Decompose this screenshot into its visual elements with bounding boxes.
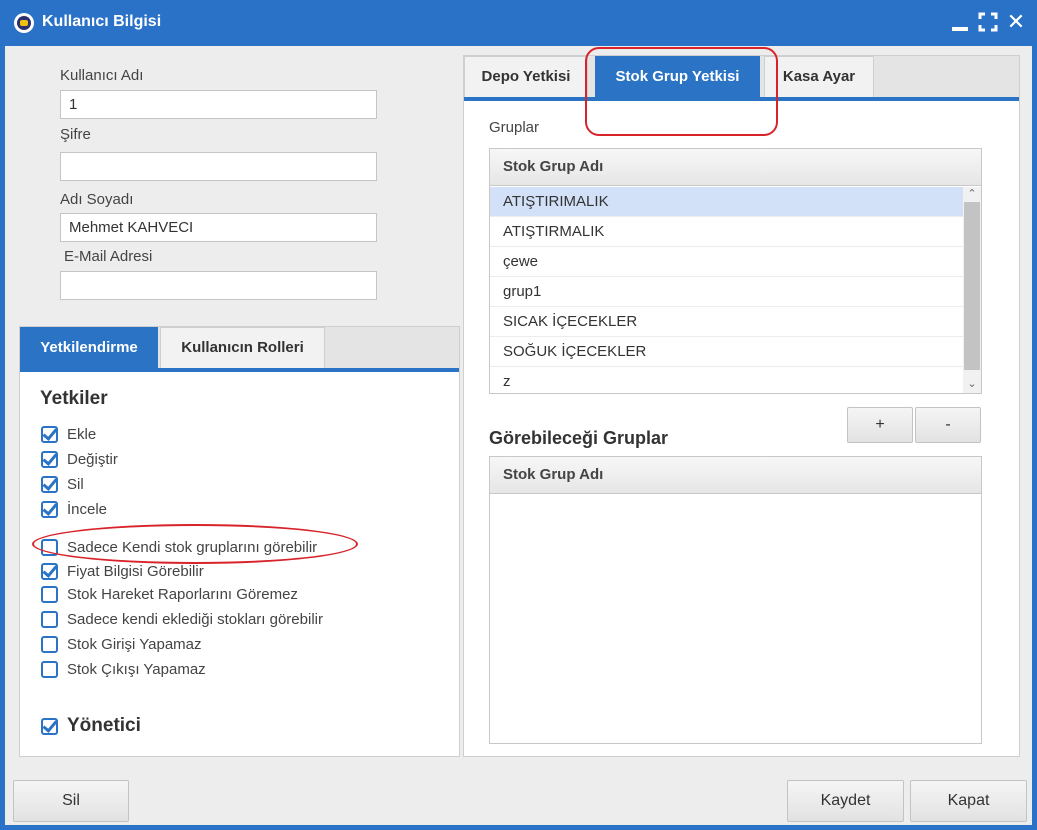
fullname-label: Adı Soyadı [60, 191, 134, 208]
perm-no-stock-entry[interactable]: Stok Girişi Yapamaz [41, 633, 202, 655]
email-input[interactable] [60, 271, 377, 300]
close-icon[interactable]: ✕ [1004, 10, 1028, 34]
perm-no-stock-exit[interactable]: Stok Çıkışı Yapamaz [41, 658, 206, 680]
perm-own-added-stocks[interactable]: Sadece kendi eklediği stokları görebilir [41, 608, 323, 630]
group-row[interactable]: SICAK İÇECEKLER [490, 307, 963, 337]
tab-kullanicin-rolleri[interactable]: Kullanıcın Rolleri [160, 327, 325, 368]
perm-sil[interactable]: Sil [41, 473, 84, 495]
perm-label: Sadece Kendi stok gruplarını görebilir [67, 538, 318, 556]
group-row[interactable]: SOĞUK İÇECEKLER [490, 337, 963, 367]
perm-own-stock-groups[interactable]: Sadece Kendi stok gruplarını görebilir [41, 536, 317, 558]
group-row[interactable]: ATIŞTIRIMALIK [490, 187, 963, 217]
tab-yetkilendirme[interactable]: Yetkilendirme [20, 327, 158, 368]
perm-label: Değiştir [67, 450, 118, 468]
save-button[interactable]: Kaydet [787, 780, 904, 822]
window: Kullanıcı Bilgisi ✕ Kullanıcı Adı Şifre … [0, 0, 1037, 830]
checkbox-icon[interactable] [41, 660, 58, 678]
minimize-icon[interactable] [949, 10, 973, 34]
perm-label: Sil [67, 475, 84, 493]
perm-label: Stok Çıkışı Yapamaz [67, 660, 206, 678]
perm-label: Ekle [67, 425, 97, 443]
fullname-input[interactable] [60, 213, 377, 242]
scroll-thumb[interactable] [964, 202, 980, 370]
checkbox-icon[interactable] [41, 585, 58, 603]
perm-price-info[interactable]: Fiyat Bilgisi Görebilir [41, 560, 204, 582]
visible-groups-grid[interactable]: Stok Grup Adı [489, 456, 982, 744]
perm-incele[interactable]: İncele [41, 498, 107, 520]
groups-header-corner [963, 149, 981, 186]
perm-label: Fiyat Bilgisi Görebilir [67, 562, 204, 580]
groups-grid[interactable]: Stok Grup Adı ATIŞTIRIMALIK ATIŞTIRMALIK… [489, 148, 982, 394]
tab-depo-yetkisi[interactable]: Depo Yetkisi [464, 56, 588, 97]
delete-button[interactable]: Sil [13, 780, 129, 822]
username-input[interactable] [60, 90, 377, 119]
groups-label: Gruplar [489, 119, 540, 136]
group-row[interactable]: ATIŞTIRMALIK [490, 217, 963, 247]
perm-degistir[interactable]: Değiştir [41, 448, 118, 470]
checkbox-icon[interactable] [41, 475, 58, 493]
groups-column-header[interactable]: Stok Grup Adı [490, 149, 963, 186]
checkbox-icon[interactable] [41, 450, 58, 468]
remove-group-button[interactable]: - [915, 407, 981, 443]
checkbox-icon[interactable] [41, 610, 58, 628]
checkbox-icon[interactable] [41, 500, 58, 518]
perm-label: Sadece kendi eklediği stokları görebilir [67, 610, 323, 628]
group-row[interactable]: grup1 [490, 277, 963, 307]
perm-label: Stok Girişi Yapamaz [67, 635, 202, 653]
group-row[interactable]: z [490, 367, 963, 393]
password-input[interactable] [60, 152, 377, 181]
groups-scrollbar[interactable]: ⌃ ⌄ [963, 187, 981, 393]
perm-stock-reports[interactable]: Stok Hareket Raporlarını Göremez [41, 583, 298, 605]
checkbox-icon[interactable] [41, 425, 58, 443]
maximize-icon[interactable] [976, 10, 1000, 34]
perm-label: İncele [67, 500, 108, 518]
scroll-up-icon[interactable]: ⌃ [963, 187, 981, 201]
app-icon [14, 13, 34, 33]
admin-label: Yönetici [67, 715, 141, 736]
checkbox-icon[interactable] [41, 635, 58, 653]
left-tabstrip: Yetkilendirme Kullanıcın Rolleri [20, 327, 459, 372]
title-bar[interactable]: Kullanıcı Bilgisi ✕ [0, 0, 1037, 46]
permissions-panel: Yetkilendirme Kullanıcın Rolleri Yetkile… [19, 326, 460, 757]
dialog-body: Kullanıcı Adı Şifre Adı Soyadı E-Mail Ad… [5, 46, 1032, 825]
perm-label: Stok Hareket Raporlarını Göremez [67, 585, 298, 603]
maximize-icon-glyph [978, 12, 998, 32]
close-button[interactable]: Kapat [910, 780, 1027, 822]
checkbox-icon[interactable] [41, 538, 58, 556]
right-tabstrip: Depo Yetkisi Stok Grup Yetkisi Kasa Ayar [464, 56, 1019, 101]
password-label: Şifre [60, 126, 91, 143]
group-row[interactable]: çewe [490, 247, 963, 277]
email-label: E-Mail Adresi [64, 248, 153, 265]
scroll-down-icon[interactable]: ⌄ [963, 377, 981, 391]
visible-groups-title: Görebileceği Gruplar [489, 428, 669, 448]
add-group-button[interactable]: + [847, 407, 913, 443]
tab-stok-grup-yetkisi[interactable]: Stok Grup Yetkisi [595, 56, 760, 97]
perm-ekle[interactable]: Ekle [41, 423, 96, 445]
username-label: Kullanıcı Adı [60, 67, 144, 84]
stock-group-panel: Depo Yetkisi Stok Grup Yetkisi Kasa Ayar… [463, 55, 1020, 757]
checkbox-icon[interactable] [41, 562, 58, 580]
checkbox-icon[interactable] [41, 717, 58, 735]
permissions-title: Yetkiler [40, 388, 108, 409]
visible-groups-column-header[interactable]: Stok Grup Adı [490, 457, 981, 494]
admin-checkbox-row[interactable]: Yönetici [41, 713, 141, 739]
tab-kasa-ayar[interactable]: Kasa Ayar [764, 56, 874, 97]
window-title: Kullanıcı Bilgisi [42, 13, 162, 30]
